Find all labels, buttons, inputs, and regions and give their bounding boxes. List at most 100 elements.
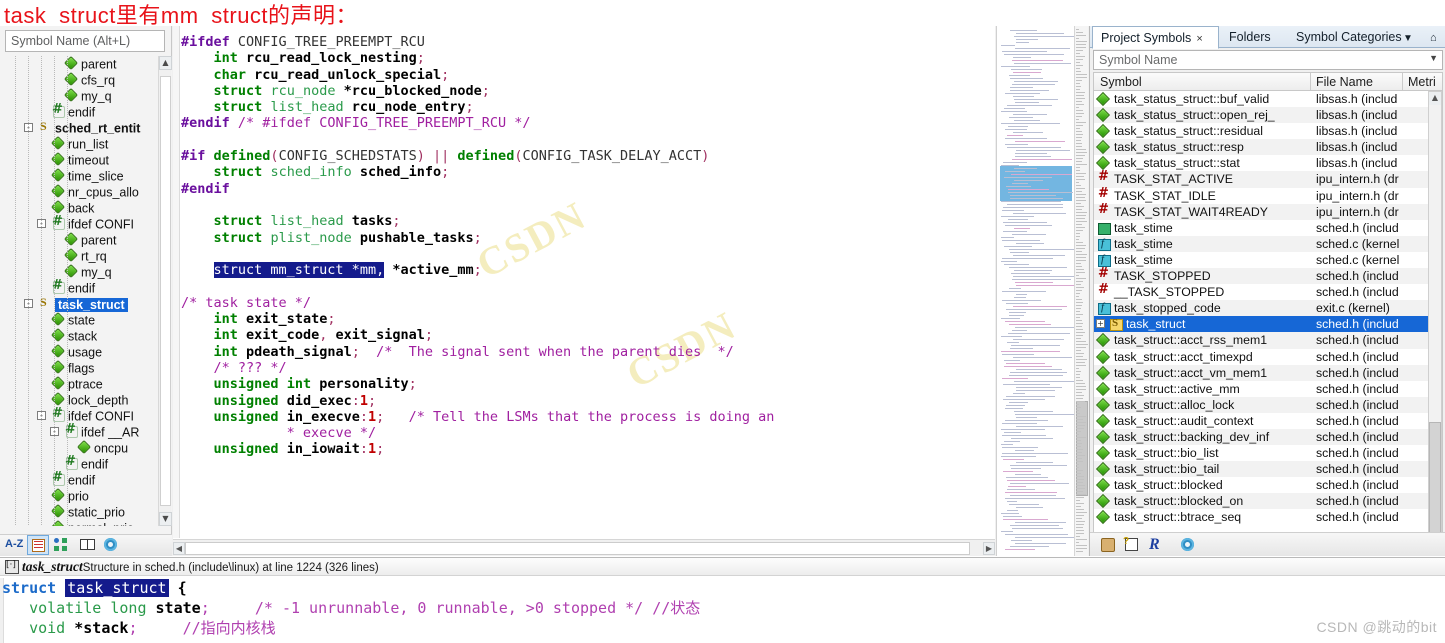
chevron-down-icon[interactable]: ▼ xyxy=(1429,53,1438,63)
tree-item-cfs-rq[interactable]: cfs_rq xyxy=(0,72,172,88)
code-editor[interactable]: CSDN CSDN #ifdef CONFIG_TREE_PREEMPT_RCU… xyxy=(173,26,995,556)
symbol-row[interactable]: task_struct::bio_tail sched.h (includ xyxy=(1094,461,1442,478)
r-script-icon[interactable]: R xyxy=(1144,535,1168,555)
code-minimap[interactable] xyxy=(996,26,1074,556)
symbol-row[interactable]: task_struct::alloc_lock sched.h (includ xyxy=(1094,396,1442,413)
symbol-row[interactable]: __TASK_STOPPED sched.h (includ xyxy=(1094,282,1442,300)
tree-item-endif[interactable]: endif xyxy=(0,454,172,472)
tree-item-parent[interactable]: parent xyxy=(0,232,172,248)
tree-item-label: nr_cpus_allo xyxy=(68,185,139,200)
column-header-metrics[interactable]: Metri xyxy=(1402,74,1436,91)
scroll-right-arrow-icon[interactable]: ▶ xyxy=(983,542,995,555)
code-text[interactable]: #ifdef CONFIG_TREE_PREEMPT_RCU int rcu_r… xyxy=(181,34,995,458)
tree-item-back[interactable]: back xyxy=(0,200,172,216)
symbol-row[interactable]: TASK_STOPPED sched.h (includ xyxy=(1094,266,1442,285)
chevron-down-icon[interactable]: ▼ xyxy=(1395,27,1417,48)
symbol-row[interactable]: task_struct::acct_vm_mem1 sched.h (includ xyxy=(1094,364,1442,381)
code-line: int rcu_read_lock_nesting; xyxy=(181,50,995,66)
symbol-row[interactable]: task_stopped_code exit.c (kernel) xyxy=(1094,299,1442,317)
help-window-icon[interactable]: ? xyxy=(1120,535,1144,555)
symbol-tree-scrollbar[interactable]: ▲ ▼ xyxy=(158,56,172,526)
list-view-icon[interactable] xyxy=(27,535,49,555)
tree-item-flags[interactable]: flags xyxy=(0,360,172,376)
symbol-row[interactable]: task_struct::audit_context sched.h (inclu… xyxy=(1094,413,1442,429)
symbol-row[interactable]: TASK_STAT_ACTIVE ipu_intern.h (dr xyxy=(1094,169,1442,188)
scroll-left-arrow-icon[interactable]: ◀ xyxy=(173,542,185,555)
symbol-row[interactable]: task_status_struct::buf_valid libsas.h (i… xyxy=(1094,91,1442,107)
tree-item-task-struct[interactable]: -task_struct xyxy=(0,294,172,312)
column-header-file-name[interactable]: File Name xyxy=(1310,74,1373,91)
tree-item-time-slice[interactable]: time_slice xyxy=(0,168,172,184)
symbol-name-filter-input[interactable]: Symbol Name (Alt+L) xyxy=(5,30,165,52)
tree-item-nr-cpus-allo[interactable]: nr_cpus_allo xyxy=(0,184,172,200)
editor-horizontal-scrollbar[interactable]: ◀ ▶ xyxy=(173,539,995,556)
symbol-row[interactable]: TASK_STAT_WAIT4READY ipu_intern.h (dr xyxy=(1094,202,1442,220)
group-view-icon[interactable] xyxy=(50,535,72,555)
tree-item-run-list[interactable]: run_list xyxy=(0,136,172,152)
symbol-row[interactable]: task_status_struct::residual libsas.h (in… xyxy=(1094,123,1442,139)
tree-item-sched-rt-entit[interactable]: -sched_rt_entit xyxy=(0,118,172,136)
tree-item-ifdef-confi[interactable]: -ifdef CONFI xyxy=(0,406,172,424)
tree-item-oncpu[interactable]: oncpu xyxy=(0,440,172,456)
scrollbar-thumb[interactable] xyxy=(1429,422,1441,542)
tree-item-normal-prio[interactable]: normal_prio xyxy=(0,520,172,526)
symbol-row[interactable]: task_struct::blocked_on sched.h (includ xyxy=(1094,493,1442,510)
symbol-row[interactable]: task_struct::bio_list sched.h (includ xyxy=(1094,445,1442,461)
tree-item-ifdef-ar[interactable]: -ifdef __AR xyxy=(0,422,172,440)
tree-item-rt-rq[interactable]: rt_rq xyxy=(0,248,172,264)
symbol-row[interactable]: task_struct::active_mm sched.h (includ xyxy=(1094,381,1442,397)
settings-gear-icon[interactable] xyxy=(100,535,122,555)
preview-code-text[interactable]: struct task_struct { volatile long state… xyxy=(2,578,1445,643)
symbol-row[interactable]: task_status_struct::open_rej_ libsas.h (i… xyxy=(1094,107,1442,124)
tree-item-state[interactable]: state xyxy=(0,312,172,328)
tree-item-ptrace[interactable]: ptrace xyxy=(0,376,172,392)
hand-pointer-icon[interactable] xyxy=(1096,535,1120,555)
tree-item-static-prio[interactable]: static_prio xyxy=(0,504,172,520)
tree-item-timeout[interactable]: timeout xyxy=(0,152,172,168)
close-icon[interactable]: × xyxy=(1196,33,1202,45)
minimap-scrollbar[interactable] xyxy=(1074,26,1088,556)
scroll-up-arrow-icon[interactable]: ▲ xyxy=(1429,92,1441,105)
panel-menu-icon[interactable]: ⌂ xyxy=(1422,27,1444,48)
tree-item-endif[interactable]: endif xyxy=(0,278,172,296)
symbol-row[interactable]: task_struct::acct_rss_mem1 sched.h (inclu… xyxy=(1094,332,1442,349)
symbol-row[interactable]: task_status_struct::stat libsas.h (includ xyxy=(1094,155,1442,171)
tab-project-symbols[interactable]: Project Symbols × xyxy=(1092,26,1219,49)
tree-item-prio[interactable]: prio xyxy=(0,488,172,504)
tree-item-usage[interactable]: usage xyxy=(0,344,172,360)
symbol-tree[interactable]: parentcfs_rqmy_qendif-sched_rt_entitrun_… xyxy=(0,56,172,526)
tab-folders[interactable]: Folders xyxy=(1221,27,1286,48)
symbol-name-search-input[interactable]: Symbol Name ▼ xyxy=(1093,50,1443,70)
row-expander[interactable]: + xyxy=(1096,319,1105,329)
symbol-row[interactable]: + task_struct sched.h (includ xyxy=(1094,315,1442,333)
scroll-up-arrow-icon[interactable]: ▲ xyxy=(159,56,172,70)
minimap-line xyxy=(1002,51,1047,52)
symbol-row[interactable]: task_struct::btrace_seq sched.h (includ xyxy=(1094,509,1442,525)
symbol-results-list[interactable]: task_status_struct::buf_valid libsas.h (i… xyxy=(1093,91,1443,546)
symbol-row[interactable]: task_status_struct::resp libsas.h (includ xyxy=(1094,139,1442,156)
sort-az-icon[interactable]: A-Z xyxy=(4,535,26,555)
tree-item-lock-depth[interactable]: lock_depth xyxy=(0,392,172,408)
scrollbar-thumb[interactable] xyxy=(160,76,171,506)
tree-item-endif[interactable]: endif xyxy=(0,102,172,120)
hscrollbar-thumb[interactable] xyxy=(185,542,970,555)
book-icon[interactable] xyxy=(77,535,99,555)
symbol-row[interactable]: task_stime sched.h (includ xyxy=(1094,220,1442,236)
symbol-row[interactable]: task_stime sched.c (kernel xyxy=(1094,251,1442,268)
tree-item-my-q[interactable]: my_q xyxy=(0,88,172,104)
symbol-list-scrollbar[interactable]: ▲ ▼ xyxy=(1428,91,1442,546)
symbol-row[interactable]: task_struct::blocked sched.h (includ xyxy=(1094,477,1442,493)
symbol-row[interactable]: TASK_STAT_IDLE ipu_intern.h (dr xyxy=(1094,186,1442,204)
symbol-row[interactable]: task_stime sched.c (kernel xyxy=(1094,235,1442,252)
scroll-down-arrow-icon[interactable]: ▼ xyxy=(159,512,172,526)
symbol-row[interactable]: task_struct::backing_dev_inf sched.h (inc… xyxy=(1094,428,1442,446)
tree-item-parent[interactable]: parent xyxy=(0,56,172,72)
tree-item-stack[interactable]: stack xyxy=(0,328,172,344)
settings-gear-icon[interactable] xyxy=(1176,535,1200,555)
symbol-row[interactable]: task_struct::acct_timexpd sched.h (includ xyxy=(1094,349,1442,365)
tree-item-my-q[interactable]: my_q xyxy=(0,264,172,280)
tree-item-endif[interactable]: endif xyxy=(0,470,172,488)
tree-item-ifdef-confi[interactable]: -ifdef CONFI xyxy=(0,214,172,232)
tree-item-label: ifdef CONFI xyxy=(68,217,134,232)
column-header-symbol[interactable]: Symbol xyxy=(1094,74,1142,91)
